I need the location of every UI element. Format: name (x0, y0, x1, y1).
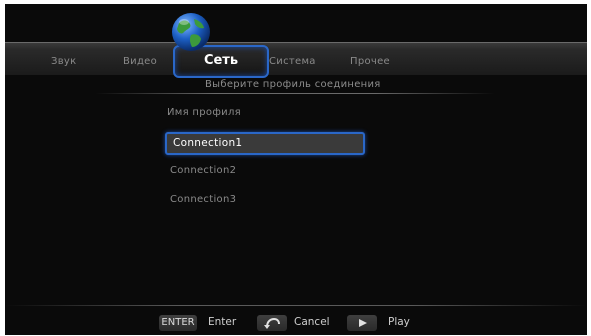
cancel-hint-label: Cancel (294, 316, 330, 328)
enter-hint-label: Enter (208, 316, 237, 328)
tab-system[interactable]: Система (269, 56, 316, 67)
tv-menu-screen: Звук Видео Сеть Система Прочее Выберите … (5, 4, 587, 335)
page-subtitle: Выберите профиль соединения (205, 79, 381, 90)
hint-bar: ENTER Enter Cancel Play (5, 305, 587, 335)
enter-key-icon[interactable]: ENTER (159, 315, 197, 331)
return-icon[interactable] (257, 315, 287, 331)
tab-network-label: Сеть (203, 53, 239, 68)
play-hint-label: Play (388, 316, 410, 328)
tab-video[interactable]: Видео (123, 56, 157, 67)
play-icon[interactable] (347, 315, 377, 331)
list-item-connection3[interactable]: Connection3 (170, 194, 236, 205)
divider (95, 93, 495, 94)
subtitle-row: Выберите профиль соединения (5, 78, 587, 94)
list-item-connection2[interactable]: Connection2 (170, 165, 236, 176)
list-item-label: Connection1 (173, 137, 243, 149)
tab-sound[interactable]: Звук (51, 56, 76, 67)
globe-icon (172, 13, 210, 51)
play-icon-glyph (359, 319, 367, 327)
list-item-connection1[interactable]: Connection1 (165, 132, 365, 155)
divider (5, 305, 587, 306)
tab-other[interactable]: Прочее (350, 56, 390, 67)
profile-name-heading: Имя профиля (167, 107, 241, 118)
return-icon-glyph (264, 317, 280, 329)
